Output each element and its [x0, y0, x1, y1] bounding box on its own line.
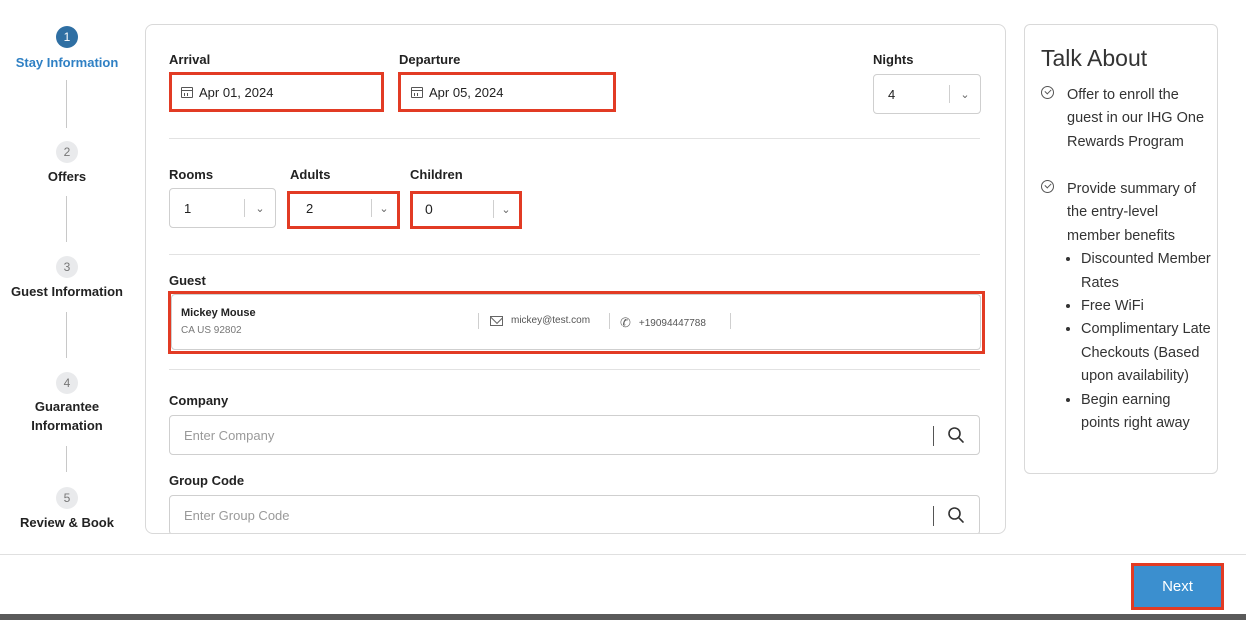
step-connector: [66, 80, 67, 128]
group-code-label: Group Code: [169, 473, 245, 488]
divider: [169, 254, 980, 255]
chevron-down-icon: ⌄: [960, 88, 970, 101]
separator: [609, 313, 610, 329]
step-label: Guarantee Information: [31, 399, 103, 433]
talk-about-title: Talk About: [1041, 45, 1148, 71]
chevron-down-icon: ⌄: [379, 202, 389, 215]
rooms-select[interactable]: 1 ⌄: [169, 188, 276, 228]
guest-name: Mickey Mouse: [181, 307, 256, 319]
talk-item: Provide summary of the entry-level membe…: [1041, 178, 1211, 435]
children-select[interactable]: 0 ⌄: [413, 192, 518, 226]
rooms-label: Rooms: [169, 167, 214, 182]
arrival-label: Arrival: [169, 52, 211, 67]
guest-email-value: mickey@test.com: [511, 315, 591, 326]
step-label: Guest Information: [11, 284, 123, 299]
chevron-down-icon: ⌄: [255, 202, 265, 215]
separator: [730, 313, 731, 329]
next-button[interactable]: Next: [1134, 566, 1221, 607]
step-label: Stay Information: [15, 55, 119, 70]
adults-label: Adults: [290, 167, 331, 182]
adults-value: 2: [306, 200, 314, 216]
company-input[interactable]: [170, 416, 930, 454]
company-label: Company: [169, 393, 229, 408]
arrival-date-value: Apr 01, 2024: [199, 84, 274, 100]
benefit-item: Discounted Member Rates: [1081, 248, 1211, 295]
calendar-icon: [411, 86, 423, 98]
step-number: 2: [56, 141, 78, 163]
step-label: Review & Book: [20, 515, 114, 530]
talk-item: Offer to enroll the guest in our IHG One…: [1041, 84, 1211, 154]
guest-summary[interactable]: Mickey Mouse CA US 92802 mickey@test.com…: [171, 294, 981, 350]
group-code-search-field: [169, 495, 980, 533]
step-number: 4: [56, 372, 78, 394]
nights-value: 4: [888, 86, 896, 102]
check-circle-icon: [1041, 180, 1054, 193]
mail-icon: [490, 315, 503, 326]
benefit-item: Free WiFi: [1081, 295, 1211, 318]
stepper: 1 Stay Information 2 Offers 3 Guest Info…: [0, 0, 134, 550]
step-review-book[interactable]: 5 Review & Book: [0, 487, 134, 532]
benefit-item: Begin earning points right away: [1081, 389, 1211, 436]
company-search-field: [169, 415, 980, 455]
search-separator: [933, 426, 934, 446]
step-number: 5: [56, 487, 78, 509]
benefit-item: Complimentary Late Checkouts (Based upon…: [1081, 318, 1211, 388]
step-stay-information[interactable]: 1 Stay Information: [0, 26, 134, 72]
guest-label: Guest: [169, 273, 206, 288]
step-connector: [66, 446, 67, 472]
check-circle-icon: [1041, 86, 1054, 99]
nights-label: Nights: [873, 52, 914, 67]
divider: [169, 138, 980, 139]
guest-phone-value: +19094447788: [638, 317, 706, 329]
benefits-list: Discounted Member Rates Free WiFi Compli…: [1068, 248, 1211, 435]
divider: [169, 369, 980, 370]
step-offers[interactable]: 2 Offers: [0, 141, 134, 186]
phone-icon: ✆: [620, 315, 631, 330]
step-guarantee-information[interactable]: 4 Guarantee Information: [0, 372, 134, 435]
children-value: 0: [425, 201, 433, 217]
separator: [478, 313, 479, 329]
search-icon[interactable]: [947, 506, 965, 524]
departure-label: Departure: [399, 52, 461, 67]
arrival-date-field[interactable]: Apr 01, 2024: [171, 74, 381, 110]
guest-phone: ✆ +19094447788: [620, 315, 706, 331]
stay-information-form: Arrival Apr 01, 2024 Departure Apr 05, 2…: [145, 24, 1006, 534]
talk-item-text: Offer to enroll the guest in our IHG One…: [1067, 87, 1205, 150]
step-number: 1: [56, 26, 78, 48]
chevron-down-icon: ⌄: [501, 203, 511, 216]
talk-item-text: Provide summary of the entry-level membe…: [1067, 181, 1196, 244]
rooms-value: 1: [184, 200, 192, 216]
step-label: Offers: [47, 169, 87, 184]
guest-address: CA US 92802: [181, 325, 242, 336]
footer-divider: [0, 554, 1246, 555]
step-guest-information[interactable]: 3 Guest Information: [0, 256, 134, 301]
step-number: 3: [56, 256, 78, 278]
group-code-input[interactable]: [170, 496, 930, 533]
calendar-icon: [181, 86, 193, 98]
nights-select[interactable]: 4 ⌄: [873, 74, 981, 114]
search-icon[interactable]: [947, 426, 965, 444]
children-label: Children: [410, 167, 463, 182]
window-bottom-edge: [0, 614, 1246, 620]
step-connector: [66, 312, 67, 358]
step-connector: [66, 196, 67, 242]
search-separator: [933, 506, 934, 526]
departure-date-field[interactable]: Apr 05, 2024: [401, 74, 611, 110]
adults-select[interactable]: 2 ⌄: [290, 190, 396, 226]
guest-email: mickey@test.com: [490, 315, 590, 326]
departure-date-value: Apr 05, 2024: [429, 84, 504, 100]
talk-about-panel: Talk About Offer to enroll the guest in …: [1024, 24, 1218, 474]
